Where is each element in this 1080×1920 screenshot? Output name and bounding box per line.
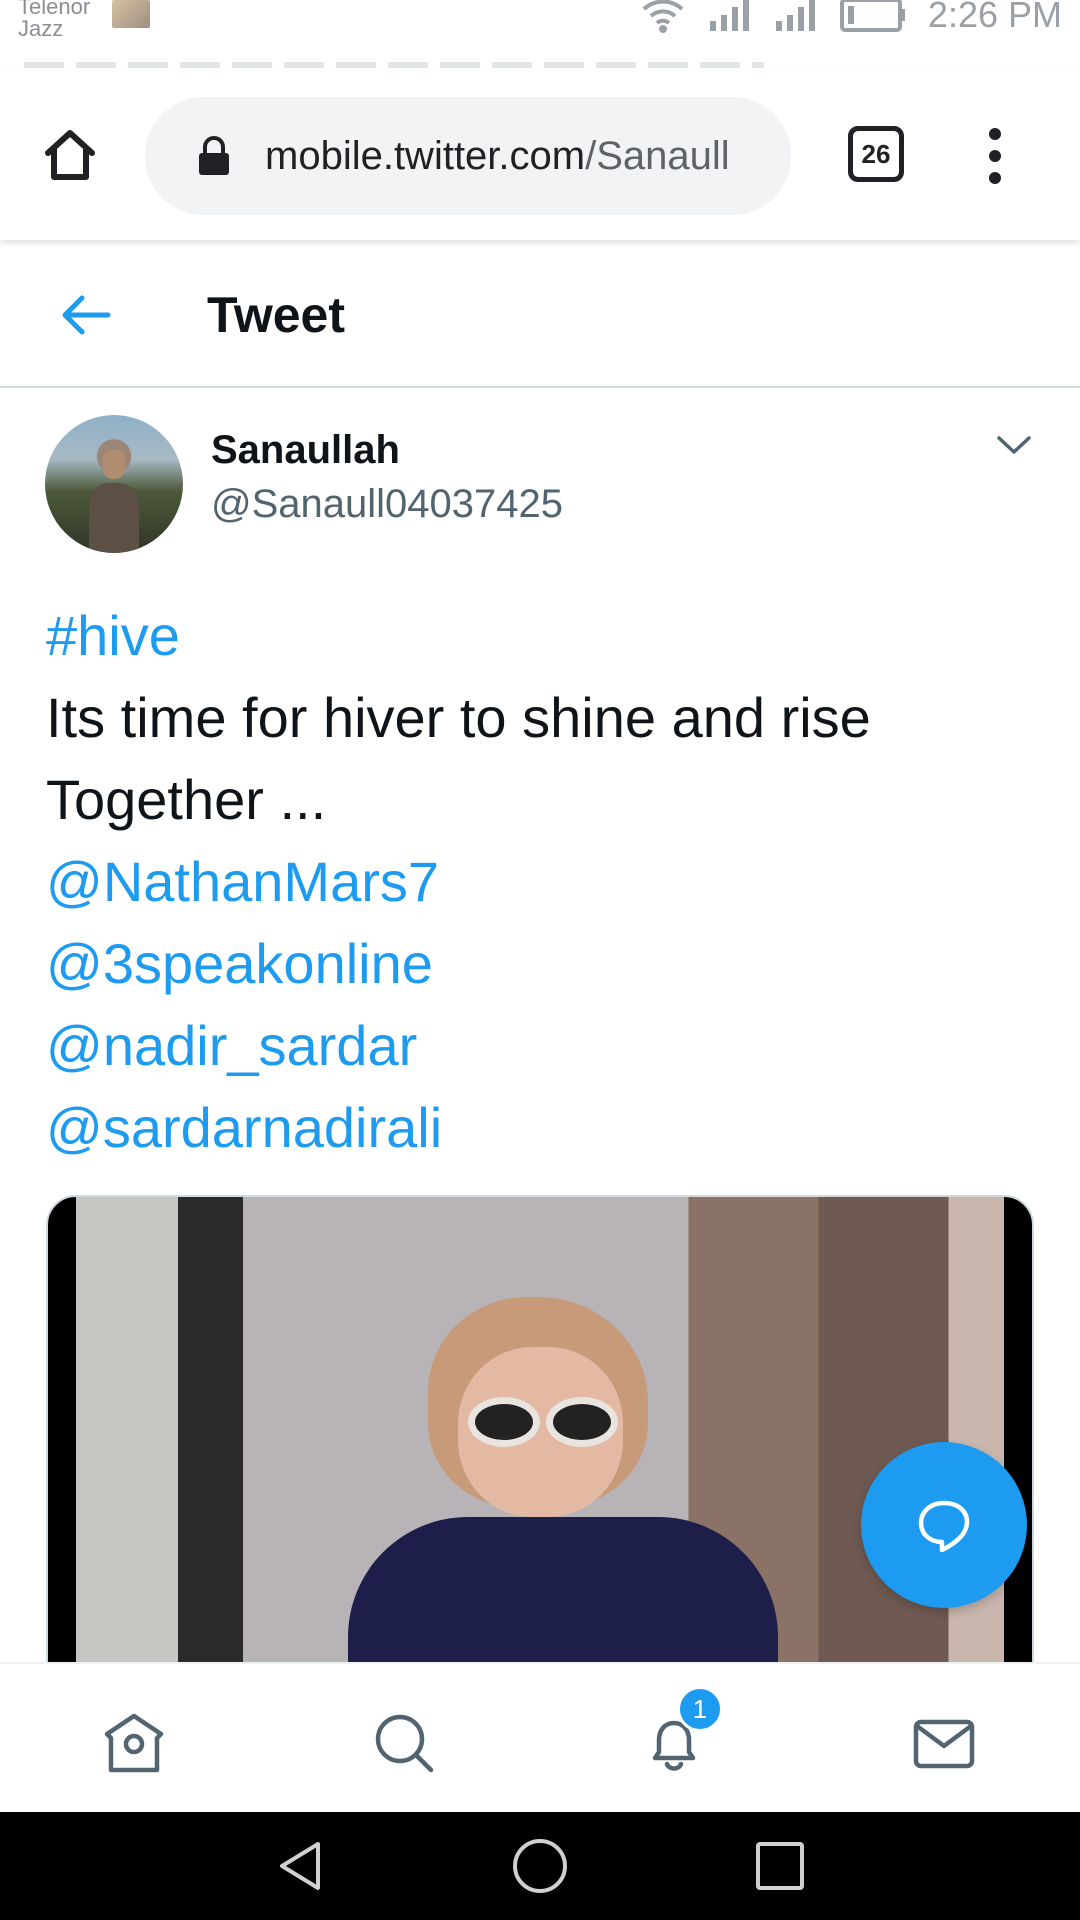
wifi-icon <box>640 0 686 35</box>
tweet-media[interactable] <box>46 1195 1034 1695</box>
url-path: /Sanaull <box>585 133 730 178</box>
more-options-icon[interactable] <box>985 128 1005 184</box>
mention-link[interactable]: @sardarnadirali <box>46 1087 1046 1169</box>
mention-link[interactable]: @nadir_sardar <box>46 1005 1046 1087</box>
status-bar: Telenor Jazz 2:26 PM <box>0 0 1080 70</box>
hashtag-link[interactable]: #hive <box>46 595 1046 677</box>
status-time: 2:26 PM <box>927 0 1062 35</box>
search-icon[interactable] <box>371 1710 437 1776</box>
browser-toolbar: mobile.twitter.com/Sanaull 26 <box>0 70 1080 240</box>
house-icon <box>45 130 95 180</box>
system-navigation-bar <box>0 1812 1080 1920</box>
mention-link[interactable]: @3speakonline <box>46 923 1046 1005</box>
system-home-icon[interactable] <box>510 1836 570 1896</box>
chevron-down-icon[interactable] <box>995 430 1033 460</box>
messages-icon[interactable] <box>911 1710 977 1776</box>
signal-icon-secondary <box>774 0 818 33</box>
address-bar[interactable]: mobile.twitter.com/Sanaull <box>145 97 791 215</box>
url-text: mobile.twitter.com/Sanaull <box>265 134 765 179</box>
signal-icon <box>708 0 752 33</box>
back-arrow-icon[interactable] <box>58 290 114 340</box>
tweet-text: #hive Its time for hiver to shine and ri… <box>46 595 1046 1169</box>
reply-fab-button[interactable] <box>861 1442 1027 1608</box>
notification-badge: 1 <box>677 1686 723 1732</box>
url-domain: mobile.twitter.com <box>265 133 586 178</box>
tweet-page-header: Tweet <box>0 240 1080 388</box>
bottom-navigation: 1 <box>0 1662 1080 1812</box>
mention-link[interactable]: @NathanMars7 <box>46 841 1046 923</box>
speech-bubble-icon <box>918 1500 970 1553</box>
system-back-icon[interactable] <box>270 1836 330 1896</box>
system-recents-icon[interactable] <box>750 1836 810 1896</box>
browser-home-button[interactable] <box>40 125 100 185</box>
page-title: Tweet <box>207 287 345 343</box>
home-icon[interactable] <box>101 1710 167 1776</box>
author-display-name[interactable]: Sanaullah <box>211 428 400 473</box>
notification-peek <box>24 62 764 68</box>
lock-icon <box>197 135 231 177</box>
avatar[interactable] <box>45 415 183 553</box>
author-handle[interactable]: @Sanaull04037425 <box>211 482 563 527</box>
notification-thumbnail-icon <box>112 0 150 28</box>
battery-icon <box>839 0 906 32</box>
tab-switcher-button[interactable]: 26 <box>848 126 904 182</box>
tweet-text-line: Its time for hiver to shine and rise <box>46 686 871 749</box>
tweet-text-line: Together ... <box>46 768 327 831</box>
carrier-name-secondary: Jazz <box>18 16 64 41</box>
